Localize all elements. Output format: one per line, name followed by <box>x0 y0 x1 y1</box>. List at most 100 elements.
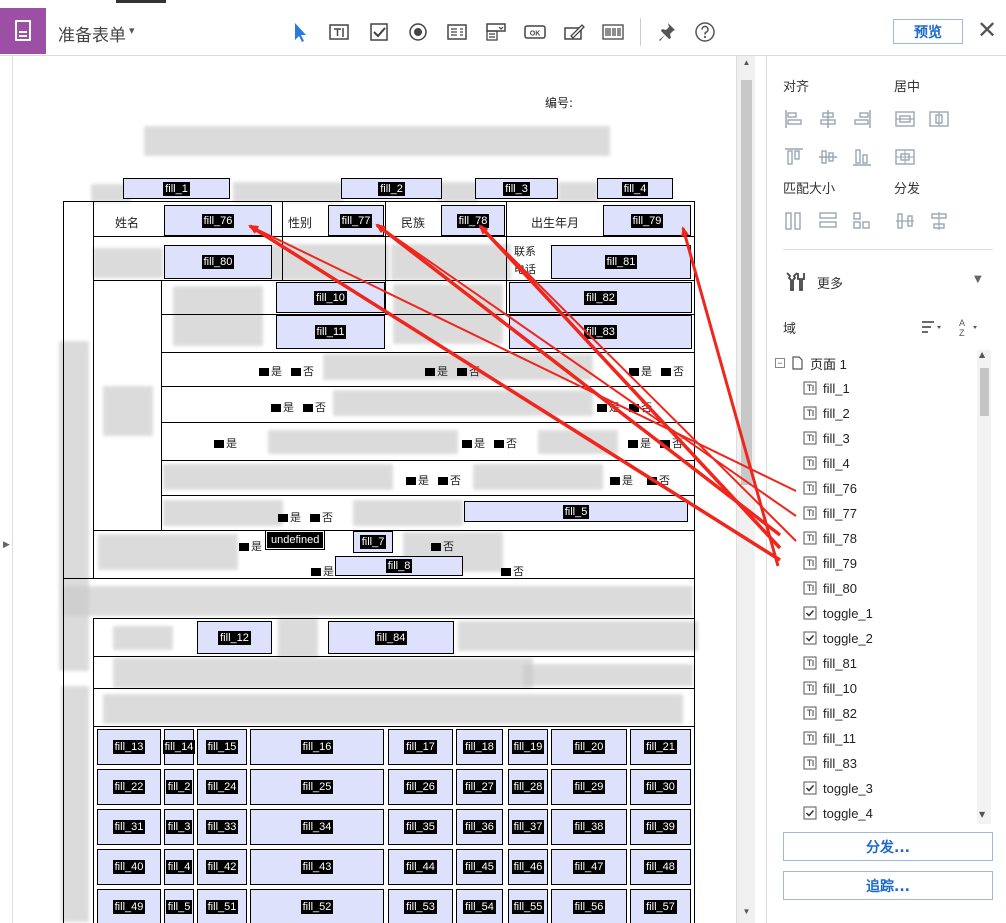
form-field-fill_46[interactable]: fill_46 <box>508 849 548 885</box>
yes-checkbox[interactable]: 是 <box>628 435 651 451</box>
tree-item-fill_78[interactable]: fill_78 <box>803 526 857 550</box>
scroll-down-icon[interactable]: ▼ <box>979 810 985 819</box>
distribute-vertical-icon[interactable] <box>928 210 950 232</box>
scroll-up-icon[interactable]: ▲ <box>979 350 985 359</box>
barcode-icon[interactable] <box>601 20 625 44</box>
form-field-fill_12[interactable]: fill_12 <box>197 621 272 654</box>
signature-icon[interactable] <box>562 20 586 44</box>
align-top-icon[interactable] <box>783 146 805 168</box>
form-field-fill_36[interactable]: fill_36 <box>456 809 503 845</box>
tree-item-toggle_2[interactable]: toggle_2 <box>803 626 873 650</box>
form-field-fill_26[interactable]: fill_26 <box>388 769 453 805</box>
no-checkbox[interactable]: 否 <box>501 563 524 579</box>
match-width-icon[interactable] <box>783 210 805 232</box>
yes-checkbox[interactable]: 是 <box>278 509 301 525</box>
form-field-fill_52[interactable]: fill_52 <box>250 889 384 923</box>
tree-item-toggle_1[interactable]: toggle_1 <box>803 601 873 625</box>
yes-checkbox[interactable]: 是 <box>406 472 429 488</box>
yes-checkbox[interactable]: 是 <box>259 363 282 379</box>
form-field-fill_35[interactable]: fill_35 <box>388 809 453 845</box>
no-checkbox[interactable]: 否 <box>494 435 517 451</box>
align-bottom-icon[interactable] <box>851 146 873 168</box>
form-field-fill_4[interactable]: fill_4 <box>597 178 673 199</box>
yes-checkbox[interactable]: 是 <box>214 435 237 451</box>
text-field-icon[interactable] <box>327 20 351 44</box>
form-field-fill_78[interactable]: fill_78 <box>441 205 505 236</box>
tree-item-toggle_3[interactable]: toggle_3 <box>803 776 873 800</box>
pin-icon[interactable] <box>654 20 678 44</box>
form-field-fill_49[interactable]: fill_49 <box>97 889 161 923</box>
sort-az-icon[interactable]: AZ <box>957 316 979 338</box>
no-checkbox[interactable]: 否 <box>647 472 670 488</box>
scrollbar-thumb[interactable] <box>741 80 752 485</box>
form-field-fill_83[interactable]: fill_83 <box>509 315 692 349</box>
dropdown-icon[interactable] <box>484 20 508 44</box>
form-field-fill_38[interactable]: fill_38 <box>551 809 627 845</box>
match-both-icon[interactable] <box>851 210 873 232</box>
yes-checkbox[interactable]: 是 <box>239 538 262 554</box>
tree-item-fill_10[interactable]: fill_10 <box>803 676 857 700</box>
radio-button-icon[interactable] <box>406 20 430 44</box>
form-field-fill_32[interactable]: fill_3 <box>164 809 194 845</box>
form-field-fill_43[interactable]: fill_43 <box>250 849 384 885</box>
form-field-fill_3[interactable]: fill_3 <box>475 178 558 199</box>
align-center-horizontal-icon[interactable] <box>817 108 839 130</box>
form-field-fill_11[interactable]: fill_11 <box>276 315 385 349</box>
center-both-icon[interactable] <box>894 146 916 168</box>
align-middle-icon[interactable] <box>817 146 839 168</box>
form-field-fill_19[interactable]: fill_19 <box>508 729 548 765</box>
undefined-field[interactable]: undefined <box>267 532 324 548</box>
form-field-fill_14[interactable]: fill_14 <box>162 729 196 765</box>
tree-item-toggle_4[interactable]: toggle_4 <box>803 801 873 822</box>
form-field-fill_80[interactable]: fill_80 <box>164 245 272 279</box>
form-field-fill_42[interactable]: fill_42 <box>197 849 247 885</box>
no-checkbox[interactable]: 否 <box>303 399 326 415</box>
form-field-fill_79[interactable]: fill_79 <box>603 205 691 236</box>
form-field-fill_33[interactable]: fill_33 <box>197 809 247 845</box>
distribute-horizontal-icon[interactable] <box>894 210 916 232</box>
more-label[interactable]: 更多 <box>817 273 843 292</box>
tree-item-fill_3[interactable]: fill_3 <box>803 426 850 450</box>
form-field-fill_25[interactable]: fill_25 <box>250 769 384 805</box>
tree-item-fill_11[interactable]: fill_11 <box>803 726 856 750</box>
form-field-fill_23[interactable]: fill_2 <box>164 769 194 805</box>
form-field-fill_27[interactable]: fill_27 <box>456 769 503 805</box>
no-checkbox[interactable]: 否 <box>661 363 684 379</box>
ok-button-icon[interactable]: OK <box>523 20 547 44</box>
form-field-fill_21[interactable]: fill_21 <box>630 729 691 765</box>
form-field-fill_77[interactable]: fill_77 <box>328 205 384 236</box>
form-field-fill_51[interactable]: fill_51 <box>197 889 247 923</box>
form-field-fill_55[interactable]: fill_55 <box>508 889 548 923</box>
tree-item-fill_1[interactable]: fill_1 <box>803 376 850 400</box>
center-horizontal-icon[interactable] <box>894 108 916 130</box>
form-field-fill_30[interactable]: fill_30 <box>630 769 691 805</box>
scroll-up-icon[interactable]: ▲ <box>741 58 752 72</box>
tree-scrollbar-thumb[interactable] <box>980 368 989 416</box>
form-field-fill_57[interactable]: fill_57 <box>630 889 691 923</box>
tree-item-fill_76[interactable]: fill_76 <box>803 476 857 500</box>
yes-checkbox[interactable]: 是 <box>610 472 633 488</box>
form-field-fill_13[interactable]: fill_13 <box>97 729 161 765</box>
tree-item-fill_2[interactable]: fill_2 <box>803 401 850 425</box>
help-icon[interactable] <box>693 20 717 44</box>
no-checkbox[interactable]: 否 <box>629 399 652 415</box>
tree-scrollbar[interactable]: ▲ ▼ <box>977 350 991 824</box>
yes-checkbox[interactable]: 是 <box>629 363 652 379</box>
align-left-icon[interactable] <box>783 108 805 130</box>
yes-checkbox[interactable]: 是 <box>311 563 334 579</box>
form-field-fill_48[interactable]: fill_48 <box>630 849 691 885</box>
more-dropdown-icon[interactable]: ▼ <box>974 274 982 285</box>
tree-page-node[interactable]: − 页面 1 <box>775 354 847 375</box>
yes-checkbox[interactable]: 是 <box>597 399 620 415</box>
form-field-fill_1[interactable]: fill_1 <box>123 178 230 199</box>
no-checkbox[interactable]: 否 <box>457 363 480 379</box>
form-field-fill_7[interactable]: fill_7 <box>353 531 393 553</box>
tree-item-fill_77[interactable]: fill_77 <box>803 501 857 525</box>
form-field-fill_31[interactable]: fill_31 <box>97 809 161 845</box>
form-field-fill_15[interactable]: fill_15 <box>197 729 247 765</box>
form-field-fill_54[interactable]: fill_54 <box>456 889 503 923</box>
yes-checkbox[interactable]: 是 <box>462 435 485 451</box>
no-checkbox[interactable]: 否 <box>310 509 333 525</box>
form-field-fill_40[interactable]: fill_40 <box>97 849 161 885</box>
yes-checkbox[interactable]: 是 <box>271 399 294 415</box>
